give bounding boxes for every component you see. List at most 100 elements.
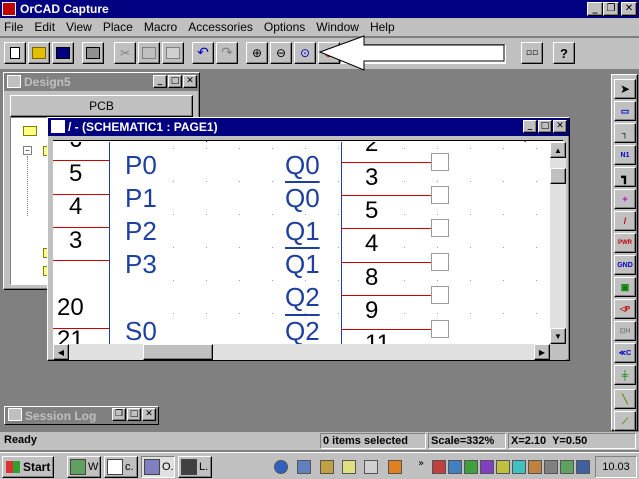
pin-wire[interactable] <box>53 328 109 329</box>
place-hier-block-tool-button[interactable]: ▣ <box>614 277 636 297</box>
tray-app-icon[interactable] <box>560 460 574 474</box>
session-log-restore-button[interactable]: ❐ <box>112 408 126 421</box>
place-line-tool-button[interactable]: ╲ <box>614 389 636 409</box>
search-icon[interactable] <box>342 460 356 474</box>
schematic-close-button[interactable]: ✕ <box>553 120 567 133</box>
undo-button[interactable]: ↶ <box>192 42 214 64</box>
menu-macro[interactable]: Macro <box>144 20 177 34</box>
scroll-left-button[interactable]: ◀ <box>53 344 69 360</box>
scroll-right-button[interactable]: ▶ <box>534 344 550 360</box>
tray-app-icon[interactable] <box>480 460 494 474</box>
place-ground-tool-button[interactable]: GND <box>614 255 636 275</box>
design-minimize-button[interactable]: _ <box>153 75 167 88</box>
place-polyline-tool-button[interactable]: ⟋ <box>614 411 636 431</box>
pin-wire[interactable] <box>53 227 109 228</box>
unconnected-pin-box[interactable] <box>431 186 449 204</box>
minimize-button[interactable]: _ <box>587 2 603 16</box>
session-log-title-bar[interactable]: Session Log ❐ □ ✕ <box>5 407 158 424</box>
orcad-app-icon[interactable] <box>2 2 16 16</box>
pin-wire[interactable] <box>341 228 431 229</box>
tray-app-icon[interactable] <box>576 460 590 474</box>
restore-button[interactable]: ❐ <box>603 2 619 16</box>
zoom-in-button[interactable]: ⊕ <box>246 42 268 64</box>
taskbar-clock[interactable]: 10.03 <box>595 456 637 478</box>
taskbar-item-orcad[interactable]: O. <box>141 456 175 478</box>
unconnected-pin-box[interactable] <box>431 286 449 304</box>
ie-icon[interactable] <box>274 460 288 474</box>
place-wire-tool-button[interactable]: ┐ <box>614 123 636 143</box>
tray-app-icon[interactable] <box>464 460 478 474</box>
tray-app-icon[interactable] <box>432 460 446 474</box>
scroll-down-button[interactable]: ▼ <box>550 328 566 344</box>
network-icon[interactable] <box>297 460 311 474</box>
vertical-scroll-thumb[interactable] <box>550 168 566 184</box>
mail-icon[interactable] <box>320 460 334 474</box>
place-net-alias-tool-button[interactable]: N1 <box>614 145 636 165</box>
menu-file[interactable]: File <box>4 20 23 34</box>
tray-app-icon[interactable] <box>512 460 526 474</box>
pin-wire[interactable] <box>341 195 431 196</box>
pin-wire[interactable] <box>53 194 109 195</box>
zoom-area-button[interactable]: ⊙ <box>294 42 316 64</box>
tray-app-icon[interactable] <box>496 460 510 474</box>
schematic-window-title-bar[interactable]: / - (SCHEMATIC1 : PAGE1) _ □ ✕ <box>48 118 569 136</box>
select-tool-button[interactable]: ➤ <box>614 79 636 99</box>
tray-app-icon[interactable] <box>528 460 542 474</box>
taskbar-item-word[interactable]: W <box>67 456 101 478</box>
pin-wire[interactable] <box>341 262 431 263</box>
pen-icon[interactable] <box>388 460 402 474</box>
design-window-title-bar[interactable]: Design5 _ □ ✕ <box>4 73 199 91</box>
schematic-window[interactable]: / - (SCHEMATIC1 : PAGE1) _ □ ✕ 4 6 5 4 3… <box>47 117 570 361</box>
tray-expand-icon[interactable]: » <box>418 458 424 469</box>
menu-help[interactable]: Help <box>370 20 395 34</box>
cut-button[interactable]: ✂ <box>114 42 136 64</box>
pin-wire[interactable] <box>53 160 109 161</box>
place-hier-pin-tool-button[interactable]: ⊡H <box>614 321 636 341</box>
unconnected-pin-box[interactable] <box>431 253 449 271</box>
start-button[interactable]: Start <box>2 456 54 478</box>
place-hier-port-tool-button[interactable]: ◁P <box>614 299 636 319</box>
menu-place[interactable]: Place <box>103 20 133 34</box>
horizontal-scrollbar[interactable]: ◀ ▶ <box>53 344 550 360</box>
copy-button[interactable] <box>138 42 160 64</box>
unconnected-pin-box[interactable] <box>431 219 449 237</box>
session-log-maximize-button[interactable]: □ <box>127 408 141 421</box>
netlist-button[interactable]: ▫▫ <box>521 42 543 64</box>
unconnected-pin-box[interactable] <box>431 153 449 171</box>
schematic-maximize-button[interactable]: □ <box>538 120 552 133</box>
new-button[interactable] <box>4 42 26 64</box>
schematic-canvas[interactable]: 6 5 4 3 20 21 P0 P1 P2 P3 S0 Q0 Q0 Q1 Q1… <box>53 142 550 344</box>
horizontal-scroll-thumb[interactable] <box>143 344 213 360</box>
design-close-button[interactable]: ✕ <box>183 75 197 88</box>
paste-button[interactable] <box>162 42 184 64</box>
save-button[interactable] <box>52 42 74 64</box>
menu-options[interactable]: Options <box>264 20 305 34</box>
pin-wire[interactable] <box>341 329 431 330</box>
place-part-tool-button[interactable]: ▭ <box>614 101 636 121</box>
place-off-page-tool-button[interactable]: ≪C <box>614 343 636 363</box>
menu-view[interactable]: View <box>66 20 92 34</box>
notepad-icon[interactable] <box>364 460 378 474</box>
tab-pcb[interactable]: PCB <box>10 95 193 117</box>
print-button[interactable] <box>82 42 104 64</box>
unconnected-pin-box[interactable] <box>431 320 449 338</box>
design-maximize-button[interactable]: □ <box>168 75 182 88</box>
scroll-up-button[interactable]: ▲ <box>550 142 566 158</box>
vertical-scrollbar[interactable]: ▲ ▼ <box>550 142 566 344</box>
tray-app-icon[interactable] <box>448 460 462 474</box>
help-button[interactable]: ? <box>553 42 575 64</box>
pin-wire[interactable] <box>341 162 431 163</box>
schematic-minimize-button[interactable]: _ <box>523 120 537 133</box>
place-bus-entry-tool-button[interactable]: / <box>614 211 636 231</box>
close-button[interactable]: ✕ <box>621 2 637 16</box>
place-no-connect-tool-button[interactable]: ╪ <box>614 365 636 385</box>
folder-icon[interactable] <box>23 126 37 136</box>
tray-app-icon[interactable] <box>544 460 558 474</box>
taskbar-item-document[interactable]: c. <box>104 456 138 478</box>
zoom-out-button[interactable]: ⊖ <box>270 42 292 64</box>
place-power-tool-button[interactable]: PWR <box>614 233 636 253</box>
pin-wire[interactable] <box>341 295 431 296</box>
place-junction-tool-button[interactable]: + <box>614 189 636 209</box>
session-log-close-button[interactable]: ✕ <box>142 408 156 421</box>
redo-button[interactable]: ↷ <box>216 42 238 64</box>
